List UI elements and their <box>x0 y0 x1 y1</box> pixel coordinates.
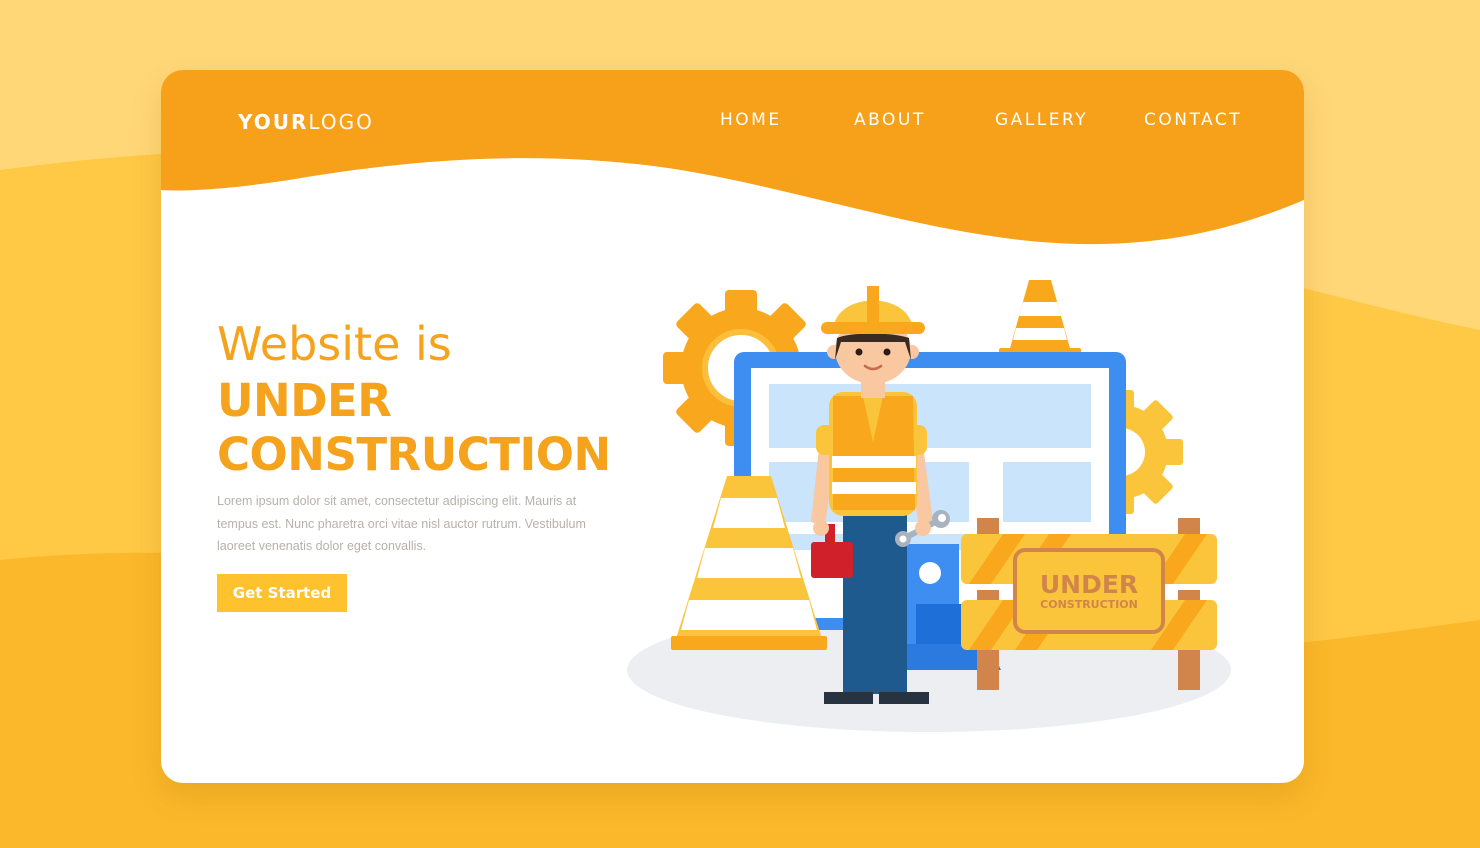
main-nav: HOME ABOUT GALLERY CONTACT <box>161 110 1304 134</box>
monitor-power-icon <box>919 562 941 584</box>
nav-home[interactable]: HOME <box>720 110 782 130</box>
sign-line-under: UNDER <box>1040 570 1138 599</box>
nav-contact[interactable]: CONTACT <box>1144 110 1242 130</box>
sign-line-construction: CONSTRUCTION <box>1040 598 1138 611</box>
get-started-button[interactable]: Get Started <box>217 574 347 612</box>
landing-card: YOURLOGO HOME ABOUT GALLERY CONTACT Webs… <box>161 70 1304 783</box>
hero-title-light: Website is <box>217 317 452 371</box>
hero-title-under: UNDER <box>217 374 392 427</box>
nav-gallery[interactable]: GALLERY <box>995 110 1088 130</box>
nav-about[interactable]: ABOUT <box>854 110 926 130</box>
hero-body-text: Lorem ipsum dolor sit amet, consectetur … <box>217 494 586 553</box>
hero-title-construction: CONSTRUCTION <box>217 428 611 481</box>
